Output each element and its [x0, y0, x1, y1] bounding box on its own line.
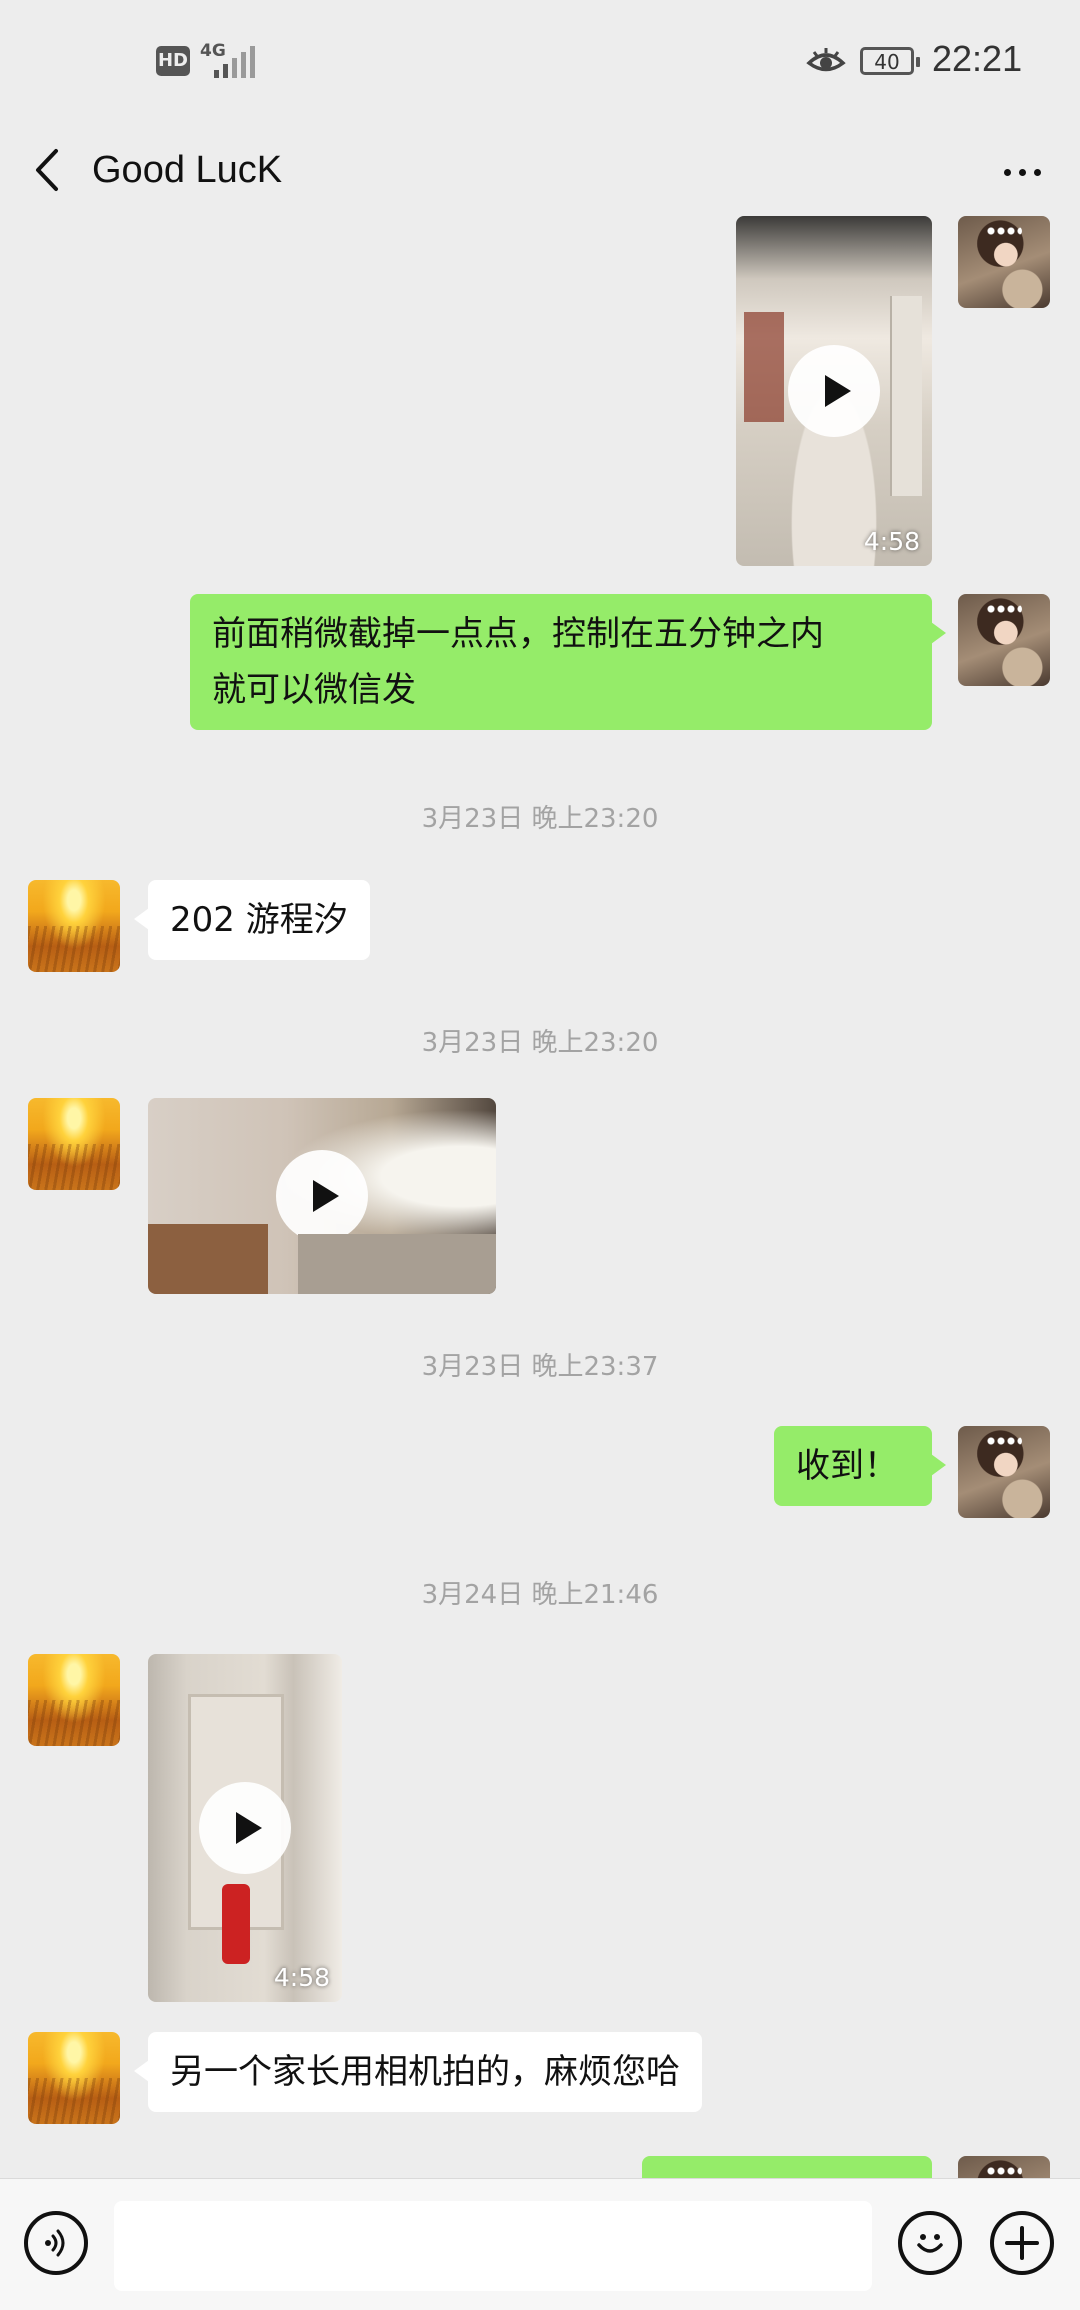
my-avatar[interactable] [958, 2156, 1050, 2178]
status-bar: HD 4G 40 22:21 [0, 0, 1080, 124]
contact-avatar[interactable] [28, 1654, 120, 1746]
contact-avatar[interactable] [28, 2032, 120, 2124]
contact-avatar[interactable] [28, 880, 120, 972]
text-message[interactable]: 前面稍微截掉一点点，控制在五分钟之内 就可以微信发 [190, 594, 946, 730]
play-icon[interactable] [276, 1150, 368, 1242]
signal-icon [214, 44, 256, 78]
voice-icon[interactable] [24, 2211, 88, 2275]
my-avatar[interactable] [958, 216, 1050, 308]
video-duration: 4:58 [863, 527, 920, 556]
chat-header: Good LucK [0, 124, 1080, 216]
message-input[interactable] [114, 2201, 872, 2291]
text-message[interactable]: 202 游程汐 [134, 880, 370, 960]
more-dots-icon[interactable] [994, 144, 1050, 200]
video-duration: 4:58 [273, 1963, 330, 1992]
message-timestamp: 3月24日 晚上21:46 [421, 1580, 659, 1610]
eye-icon [806, 48, 846, 72]
message-timestamp: 3月23日 晚上23:37 [421, 1352, 659, 1382]
message-timestamp: 3月23日 晚上23:20 [421, 804, 659, 834]
back-arrow-icon[interactable] [28, 136, 66, 204]
battery-icon: 40 [860, 47, 920, 75]
contact-avatar[interactable] [28, 1098, 120, 1190]
status-time: 22:21 [932, 38, 1023, 79]
battery-level: 40 [874, 50, 900, 74]
text-message-partial[interactable] [642, 2156, 932, 2178]
message-line: 就可以微信发 [212, 670, 416, 710]
video-message[interactable]: 4:58 [736, 216, 932, 566]
my-avatar[interactable] [958, 1426, 1050, 1518]
play-icon[interactable] [199, 1782, 291, 1874]
message-line: 前面稍微截掉一点点，控制在五分钟之内 [212, 614, 824, 654]
message-list[interactable]: 4:58 前面稍微截掉一点点，控制在五分钟之内 就可以微信发 3月23日 晚上2… [0, 216, 1080, 2178]
video-message[interactable]: 4:58 [148, 1098, 496, 1294]
input-bar [0, 2178, 1080, 2310]
message-timestamp: 3月23日 晚上23:20 [421, 1028, 659, 1058]
play-icon[interactable] [788, 345, 880, 437]
video-duration: 4:58 [427, 1255, 484, 1284]
video-message[interactable]: 4:58 [148, 1654, 342, 2002]
plus-icon[interactable] [990, 2211, 1054, 2275]
my-avatar[interactable] [958, 594, 1050, 686]
emoji-icon[interactable] [898, 2211, 962, 2275]
chat-title: Good LucK [92, 149, 283, 191]
text-message[interactable]: 收到！ [774, 1426, 946, 1506]
hd-badge: HD [156, 46, 190, 76]
text-message[interactable]: 另一个家长用相机拍的，麻烦您哈 [134, 2032, 702, 2112]
